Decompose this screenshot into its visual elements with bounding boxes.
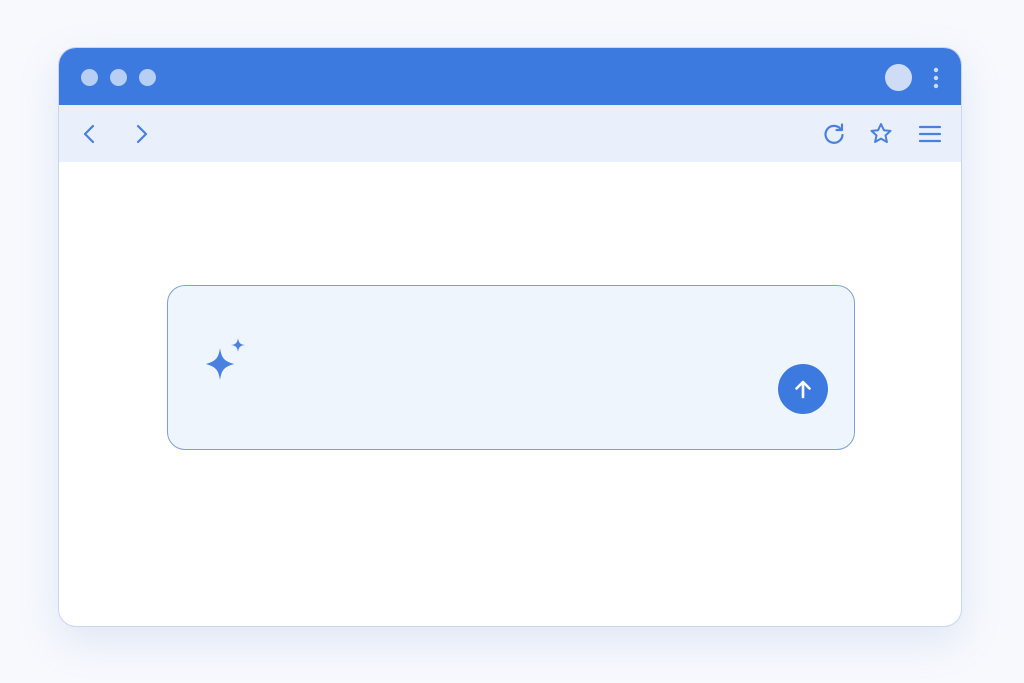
bookmark-button[interactable]	[868, 121, 894, 147]
window-control-dot[interactable]	[110, 69, 127, 86]
hamburger-menu-icon	[918, 125, 942, 143]
title-bar	[59, 48, 961, 105]
menu-button[interactable]	[917, 121, 943, 147]
prompt-input[interactable]	[260, 306, 760, 426]
profile-avatar[interactable]	[885, 64, 912, 91]
arrow-up-icon	[795, 380, 811, 399]
window-control-dot[interactable]	[81, 69, 98, 86]
send-button[interactable]	[778, 364, 828, 414]
more-vertical-icon[interactable]	[929, 66, 943, 90]
browser-toolbar	[59, 105, 961, 162]
prompt-box[interactable]	[167, 285, 855, 450]
window-control-dot[interactable]	[139, 69, 156, 86]
forward-button[interactable]	[128, 121, 154, 147]
star-icon	[870, 123, 892, 143]
sparkle-icon	[200, 336, 248, 390]
back-button[interactable]	[77, 121, 103, 147]
reload-button[interactable]	[821, 121, 847, 147]
chevron-left-icon	[83, 124, 95, 144]
chevron-right-icon	[136, 124, 148, 144]
reload-icon	[824, 123, 844, 144]
browser-window	[58, 47, 962, 627]
